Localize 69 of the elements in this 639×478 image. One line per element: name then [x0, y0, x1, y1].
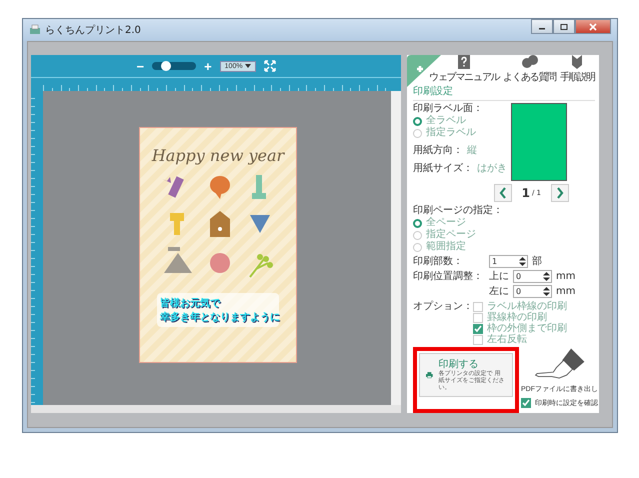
zoom-out-button[interactable]: − — [136, 60, 144, 72]
unit-label: mm — [556, 270, 576, 282]
chevron-right-icon — [556, 187, 564, 199]
option-checkbox[interactable]: ラベル枠線の印刷 — [473, 301, 567, 312]
fit-screen-icon[interactable] — [264, 60, 276, 72]
leaf-mark-icon — [571, 55, 584, 69]
pointing-hand-drawing — [534, 347, 586, 381]
printer-app-icon — [29, 24, 41, 36]
field-value: はがき — [477, 163, 507, 175]
caret-icon — [244, 64, 251, 68]
speech-bubbles-icon — [520, 55, 539, 69]
print-label: 印刷する — [438, 358, 480, 370]
radio-option[interactable]: 全ラベル — [413, 115, 507, 127]
vertical-scrollbar[interactable] — [391, 91, 401, 405]
radio-option[interactable]: 指定ページ — [413, 229, 595, 241]
help-link[interactable]: よくある質問 — [503, 55, 556, 84]
radio-button[interactable] — [413, 218, 422, 228]
next-page-button[interactable] — [551, 184, 569, 202]
radio-button[interactable] — [413, 116, 422, 126]
radio-button[interactable] — [413, 242, 422, 252]
section-title: 印刷設定 — [413, 84, 595, 101]
greeting-message: 皆様お元気で — [160, 296, 222, 310]
radio-option[interactable]: 全ページ — [413, 217, 595, 229]
page-number: 1 — [522, 186, 530, 200]
previous-page-button[interactable] — [494, 184, 512, 202]
checkbox[interactable] — [473, 324, 483, 334]
spinner-arrows-icon — [543, 287, 550, 296]
field-label: 印刷部数： — [413, 256, 464, 268]
field-label: オプション： — [413, 301, 473, 314]
option-checkbox[interactable]: 枠の外側まで印刷 — [473, 323, 567, 334]
copies-spinner[interactable]: 1 — [489, 255, 528, 268]
field-value: 縦 — [467, 145, 477, 157]
field-label: 用紙サイズ： — [413, 163, 473, 175]
radio-button[interactable] — [413, 128, 422, 138]
maximize-button[interactable] — [553, 19, 575, 34]
window-title: らくちんプリント2.0 — [45, 24, 141, 37]
field-label: 上に — [489, 270, 509, 282]
close-icon — [589, 22, 597, 30]
option-checkbox[interactable]: 罫線枠の印刷 — [473, 312, 567, 323]
unit-label: mm — [556, 286, 576, 298]
minimize-button[interactable] — [531, 19, 553, 34]
checkbox[interactable] — [473, 312, 483, 322]
checkbox[interactable] — [473, 334, 483, 344]
offset-spinner[interactable]: 0 — [513, 270, 552, 283]
offset-spinner[interactable]: 0 — [513, 285, 552, 298]
spinner-arrows-icon — [543, 272, 550, 281]
checkbox[interactable] — [473, 302, 483, 312]
field-label: 印刷位置調整： — [413, 270, 484, 282]
slider-thumb[interactable] — [161, 61, 172, 71]
help-link[interactable]: ウェブマニュアル — [429, 55, 500, 84]
zoom-slider[interactable] — [152, 62, 196, 70]
field-label: 用紙方向： — [413, 145, 463, 157]
radio-option[interactable]: 指定ラベル — [413, 127, 507, 139]
field-label: 左に — [489, 286, 509, 298]
chevron-left-icon — [498, 187, 507, 199]
unit-label: 部 — [532, 256, 542, 268]
option-checkbox[interactable]: 左右反転 — [473, 334, 567, 345]
horizontal-scrollbar[interactable] — [31, 405, 401, 413]
field-label: 印刷ページの指定： — [413, 205, 504, 217]
spinner-arrows-icon — [519, 257, 526, 266]
field-label: 印刷ラベル面： — [413, 103, 484, 115]
help-link[interactable]: 手順説明 — [560, 55, 595, 84]
close-button[interactable] — [575, 19, 611, 34]
card-title: Happy new year — [152, 146, 284, 165]
checkbox[interactable] — [521, 398, 531, 408]
zoom-in-button[interactable]: + — [204, 60, 212, 72]
maximize-icon — [560, 24, 568, 30]
radio-button[interactable] — [413, 230, 422, 240]
radio-option[interactable]: 範囲指定 — [413, 241, 595, 253]
